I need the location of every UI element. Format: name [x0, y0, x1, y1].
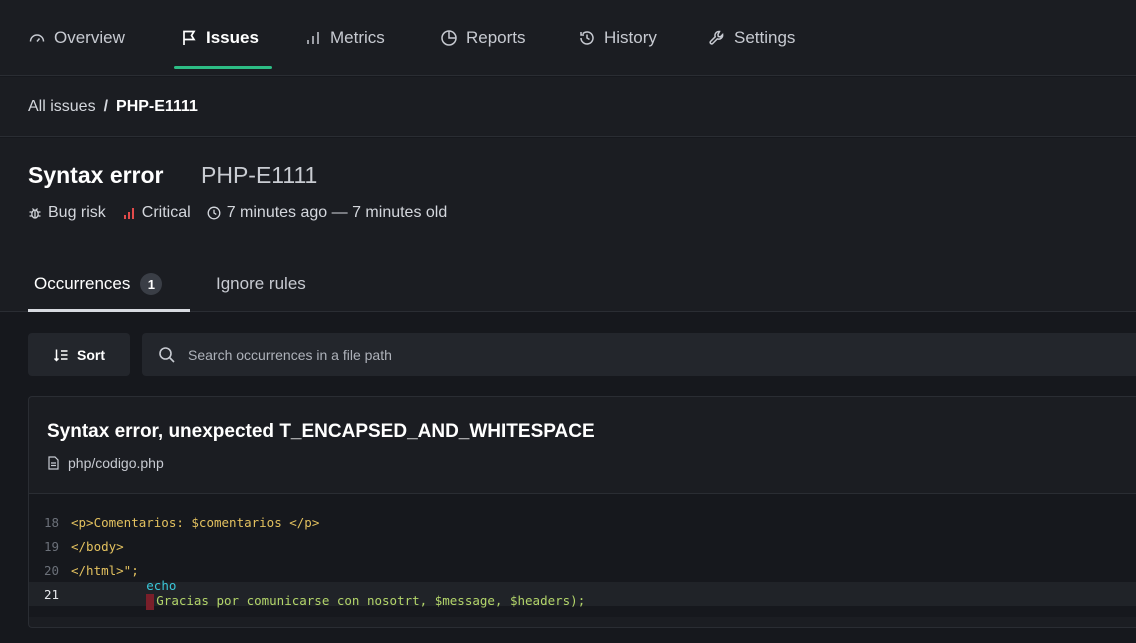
- pie-chart-icon: [440, 29, 458, 47]
- nav-reports[interactable]: Reports: [440, 0, 526, 76]
- nav-issues[interactable]: Issues: [180, 0, 259, 76]
- file-path-label: php/codigo.php: [68, 455, 164, 471]
- code-rest: Gracias por comunicarse con nosotrt, $me…: [156, 593, 586, 609]
- sort-label: Sort: [77, 346, 105, 363]
- nav-settings[interactable]: Settings: [708, 0, 795, 76]
- flag-icon: [180, 29, 198, 47]
- nav-settings-label: Settings: [734, 28, 796, 47]
- issue-code: PHP-E1111: [201, 162, 318, 188]
- line-number: 20: [43, 562, 59, 578]
- search-icon: [158, 346, 176, 364]
- gauge-icon: [28, 29, 46, 47]
- search-input[interactable]: [188, 346, 788, 363]
- age-label: 7 minutes ago — 7 minutes old: [226, 204, 448, 221]
- line-text: echo Gracias por comunicarse con nosotrt…: [71, 563, 585, 625]
- sort-icon: [53, 347, 69, 363]
- bar-chart-icon: [304, 29, 322, 47]
- code-line-highlighted: 21 echo Gracias por comunicarse con noso…: [29, 578, 1136, 610]
- nav-metrics[interactable]: Metrics: [304, 0, 385, 76]
- severity-badge: Critical: [122, 204, 191, 222]
- severity-label: Critical: [141, 204, 191, 221]
- line-number: 19: [43, 538, 59, 554]
- breadcrumb: All issues / PHP-E1111: [0, 77, 1136, 137]
- nav-metrics-label: Metrics: [330, 28, 385, 47]
- breadcrumb-current: PHP-E1111: [116, 97, 198, 115]
- line-number: 18: [43, 514, 59, 530]
- code-line: 18 <p>Comentarios: $comentarios </p>: [29, 510, 1136, 534]
- occurrence-title: Syntax error, unexpected T_ENCAPSED_AND_…: [47, 421, 595, 442]
- tab-active-indicator: [28, 309, 190, 312]
- wrench-icon: [708, 29, 726, 47]
- line-text: </body>: [71, 538, 124, 554]
- category-badge: Bug risk: [28, 204, 106, 222]
- breadcrumb-separator: /: [103, 97, 109, 115]
- issue-meta: Bug risk Critical 7 minutes ago — 7 minu…: [28, 204, 455, 222]
- tab-ignore-rules-label: Ignore rules: [216, 274, 306, 293]
- tab-ignore-rules[interactable]: Ignore rules: [216, 258, 306, 310]
- top-nav: Overview Issues Metrics Reports History …: [0, 0, 1136, 76]
- tab-occurrences[interactable]: Occurrences 1: [34, 258, 163, 310]
- nav-history[interactable]: History: [578, 0, 657, 76]
- file-icon: [47, 456, 60, 470]
- tab-occurrences-label: Occurrences: [34, 274, 131, 293]
- nav-reports-label: Reports: [466, 28, 526, 47]
- age-info: 7 minutes ago — 7 minutes old: [207, 204, 448, 222]
- occurrence-card: Syntax error, unexpected T_ENCAPSED_AND_…: [28, 396, 1136, 628]
- error-marker: [146, 593, 155, 610]
- line-text: <p>Comentarios: $comentarios </p>: [71, 514, 320, 530]
- occurrence-file-path[interactable]: php/codigo.php: [47, 455, 164, 471]
- occurrences-count-badge: 1: [140, 273, 163, 295]
- nav-history-label: History: [604, 28, 657, 47]
- severity-bars-icon: [122, 206, 136, 220]
- nav-issues-label: Issues: [206, 28, 259, 47]
- code-snippet: 18 <p>Comentarios: $comentarios </p> 19 …: [29, 493, 1136, 617]
- clock-icon: [207, 206, 221, 220]
- line-number: 21: [43, 586, 59, 602]
- nav-overview-label: Overview: [54, 28, 125, 47]
- occurrences-toolbar: Sort: [28, 333, 1136, 376]
- issue-header: Syntax error PHP-E1111 Bug risk Critical: [0, 138, 1136, 312]
- history-icon: [578, 29, 596, 47]
- code-keyword: echo: [146, 578, 177, 594]
- issue-title: Syntax error: [28, 162, 164, 188]
- bug-icon: [28, 206, 42, 220]
- search-box[interactable]: [142, 333, 1136, 376]
- page: Overview Issues Metrics Reports History …: [0, 0, 1136, 643]
- sort-button[interactable]: Sort: [28, 333, 130, 376]
- code-line: 19 </body>: [29, 534, 1136, 558]
- category-label: Bug risk: [48, 204, 106, 221]
- nav-overview[interactable]: Overview: [28, 0, 125, 76]
- breadcrumb-all-issues[interactable]: All issues: [28, 98, 96, 116]
- nav-active-indicator: [174, 66, 272, 69]
